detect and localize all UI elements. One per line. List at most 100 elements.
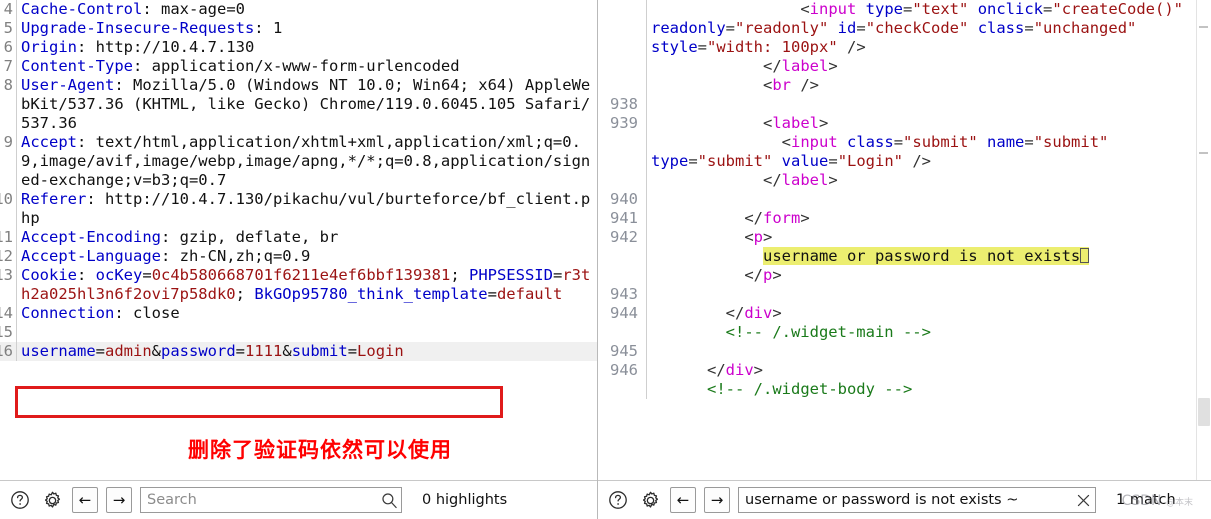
- request-line: 7 Content-Type: application/x-www-form-ur…: [0, 57, 597, 76]
- response-line-text: </label>: [762, 57, 838, 75]
- response-line: <!-- /.widget-main -->: [598, 323, 1195, 342]
- response-line-text: username or password is not exists: [647, 247, 1195, 266]
- question-circle-icon[interactable]: [8, 488, 32, 512]
- line-number: 941: [610, 209, 638, 227]
- response-line: username or password is not exists: [598, 247, 1195, 266]
- missing-glyph: [1080, 247, 1090, 265]
- request-line-text: Cache-Control: max-age=0: [21, 0, 245, 18]
- chinese-annotation: 删除了验证码依然可以使用: [188, 438, 452, 462]
- response-line-text: <label>: [762, 114, 829, 132]
- request-line-text: Origin: http://10.4.7.130: [21, 38, 255, 56]
- clear-x-icon[interactable]: [1071, 488, 1095, 512]
- response-line-text: </div>: [725, 304, 782, 322]
- highlight-count-status: 0 highlights: [422, 492, 508, 508]
- response-toolbar: ← → username or password is not exists ~…: [598, 480, 1211, 519]
- match-count-status: 1 match: [1116, 492, 1176, 508]
- line-number: 946: [610, 361, 638, 379]
- response-line-text: </form>: [744, 209, 810, 227]
- line-number: 10: [0, 190, 13, 208]
- line-number: 16: [0, 342, 13, 360]
- response-line-text: [647, 190, 1195, 209]
- response-line-text: <!-- /.widget-body -->: [707, 380, 913, 398]
- response-line: 938: [598, 95, 1195, 114]
- response-line-text: <!-- /.widget-main -->: [725, 323, 931, 341]
- response-line-text: </label>: [762, 171, 838, 189]
- line-number: 943: [610, 285, 638, 303]
- search-field-wrapper[interactable]: Search: [140, 487, 402, 513]
- line-number: 942: [610, 228, 638, 246]
- request-line-text: Accept-Language: zh-CN,zh;q=0.9: [21, 247, 311, 265]
- request-code-view[interactable]: 4 Cache-Control: max-age=0 5 Upgrade-Insecu…: [0, 0, 597, 480]
- request-line: 6 Origin: http://10.4.7.130: [0, 38, 597, 57]
- line-number: 944: [610, 304, 638, 322]
- request-line: 9 Accept: text/html,application/xhtml+xml…: [0, 133, 597, 190]
- response-line-text: <p>: [744, 228, 773, 246]
- request-line: 5 Upgrade-Insecure-Requests: 1: [0, 19, 597, 38]
- response-code-view[interactable]: <input type="text" onclick="createCode()…: [598, 0, 1211, 480]
- response-line: 941 </form>: [598, 209, 1195, 228]
- line-number: 938: [610, 95, 638, 113]
- response-line-text: <br />: [762, 76, 819, 94]
- search-input[interactable]: username or password is not exists ~: [739, 492, 1071, 508]
- request-line: 16 username=admin&password=1111&submit=Lo…: [0, 342, 597, 361]
- request-line-text: Cookie: ocKey=0c4b580668701f6211e4ef6bbf…: [21, 266, 591, 303]
- gear-icon[interactable]: [638, 488, 662, 512]
- search-input[interactable]: Search: [141, 492, 377, 508]
- response-line-text: [647, 285, 1195, 304]
- request-panel: 4 Cache-Control: max-age=0 5 Upgrade-Insecu…: [0, 0, 598, 519]
- request-line: 10 Referer: http://10.4.7.130/pikachu/vul…: [0, 190, 597, 228]
- line-number: 5: [3, 19, 13, 37]
- line-number: 12: [0, 247, 13, 265]
- response-line: <!-- /.widget-body -->: [598, 380, 1195, 399]
- gear-icon[interactable]: [40, 488, 64, 512]
- red-annotation-box: [15, 386, 503, 418]
- response-line: 944 </div>: [598, 304, 1195, 323]
- request-line-text: Accept-Encoding: gzip, deflate, br: [21, 228, 339, 246]
- response-line: <br />: [598, 76, 1195, 95]
- search-prev-button[interactable]: ←: [670, 487, 696, 513]
- response-line: </p>: [598, 266, 1195, 285]
- search-next-button[interactable]: →: [106, 487, 132, 513]
- line-number: 4: [3, 0, 13, 18]
- scroll-tickmark: [1199, 152, 1208, 154]
- request-line-text: Accept: text/html,application/xhtml+xml,…: [21, 133, 591, 189]
- response-line-text: <input class="submit" name="submit" type…: [651, 133, 1109, 170]
- line-number: 9: [3, 133, 13, 151]
- response-line-text: </p>: [744, 266, 782, 284]
- line-number: 8: [3, 76, 13, 94]
- magnifier-icon[interactable]: [377, 488, 401, 512]
- request-line-text: Connection: close: [21, 304, 180, 322]
- response-vertical-scrollbar[interactable]: [1196, 0, 1211, 480]
- request-line-text: username=admin&password=1111&submit=Logi…: [21, 342, 404, 360]
- line-number: 15: [0, 323, 13, 341]
- response-line: </label>: [598, 57, 1195, 76]
- response-line-text: </div>: [707, 361, 764, 379]
- search-prev-button[interactable]: ←: [72, 487, 98, 513]
- response-line: </label>: [598, 171, 1195, 190]
- line-number: 6: [3, 38, 13, 56]
- line-number: 14: [0, 304, 13, 322]
- line-number: 939: [610, 114, 638, 132]
- request-line: 12 Accept-Language: zh-CN,zh;q=0.9: [0, 247, 597, 266]
- line-number: 11: [0, 228, 13, 246]
- search-field-wrapper[interactable]: username or password is not exists ~: [738, 487, 1096, 513]
- response-line-text: <input type="text" onclick="createCode()…: [651, 0, 1184, 56]
- response-line: 946 </div>: [598, 361, 1195, 380]
- response-line: <input class="submit" name="submit" type…: [598, 133, 1195, 171]
- question-circle-icon[interactable]: [606, 488, 630, 512]
- request-toolbar: ← → Search 0 highlights: [0, 480, 597, 519]
- scroll-tickmark: [1199, 26, 1208, 28]
- search-next-button[interactable]: →: [704, 487, 730, 513]
- request-line-text: Referer: http://10.4.7.130/pikachu/vul/b…: [21, 190, 591, 227]
- response-line: 945: [598, 342, 1195, 361]
- request-line: 14 Connection: close: [0, 304, 597, 323]
- request-line: 4 Cache-Control: max-age=0: [0, 0, 597, 19]
- request-line: 11 Accept-Encoding: gzip, deflate, br: [0, 228, 597, 247]
- response-line: 942 <p>: [598, 228, 1195, 247]
- response-line: 939 <label>: [598, 114, 1195, 133]
- scroll-thumb[interactable]: [1198, 398, 1210, 426]
- request-line-text: Content-Type: application/x-www-form-url…: [21, 57, 460, 75]
- response-line: 940: [598, 190, 1195, 209]
- response-line: 943: [598, 285, 1195, 304]
- request-line: 13 Cookie: ocKey=0c4b580668701f6211e4ef6b…: [0, 266, 597, 304]
